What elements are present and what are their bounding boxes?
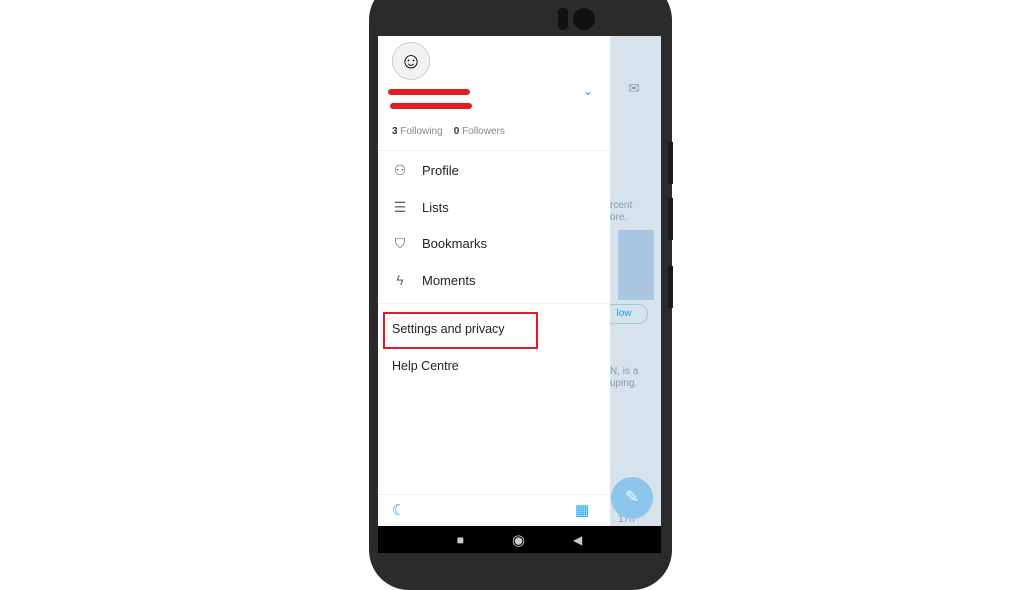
help-centre[interactable]: Help Centre bbox=[392, 359, 459, 373]
back-icon[interactable]: ◀ bbox=[573, 533, 582, 547]
following-link[interactable]: 3 Following bbox=[392, 126, 443, 137]
home-icon[interactable]: ◉ bbox=[512, 531, 525, 549]
android-nav-bar: ■ ◉ ◀ bbox=[378, 526, 661, 553]
lightning-icon: ϟ bbox=[396, 272, 404, 288]
list-icon: ☰ bbox=[393, 199, 407, 215]
tweet-image bbox=[618, 230, 654, 300]
chevron-down-icon[interactable]: ⌄ bbox=[583, 84, 593, 98]
qr-code-icon[interactable]: ▦ bbox=[575, 501, 589, 519]
compose-tweet-button[interactable]: ✎ bbox=[611, 477, 653, 519]
menu-item-profile[interactable]: ⚇ Profile bbox=[392, 158, 459, 182]
tweet-text: uping. bbox=[610, 378, 638, 389]
volume-button bbox=[668, 198, 673, 240]
bookmark-icon: ⛉ bbox=[394, 235, 406, 251]
front-camera bbox=[573, 8, 595, 30]
menu-item-moments[interactable]: ϟ Moments bbox=[392, 268, 475, 292]
tweet-text: N, is a bbox=[610, 366, 639, 377]
navigation-drawer: ☺ ⌄ 3 Following 0 Followers ⚇ Profile ☰ Li… bbox=[378, 36, 610, 526]
tweet-text: rcent bbox=[610, 200, 633, 211]
power-button bbox=[668, 266, 673, 308]
menu-item-bookmarks[interactable]: ⛉ Bookmarks bbox=[392, 231, 487, 255]
highlight-box bbox=[383, 312, 538, 349]
menu-item-lists[interactable]: ☰ Lists bbox=[392, 195, 449, 219]
night-mode-icon[interactable]: ☾ bbox=[392, 501, 405, 519]
tweet-text: ore. bbox=[610, 212, 628, 223]
divider bbox=[378, 150, 610, 151]
follow-counts: 3 Following 0 Followers bbox=[392, 126, 505, 137]
volume-button bbox=[668, 142, 673, 184]
divider bbox=[378, 303, 610, 304]
screen: ✉ rcent ore. low N, is a uping. 17h ✎ ☺ … bbox=[378, 36, 661, 526]
followers-link[interactable]: 0 Followers bbox=[454, 126, 505, 137]
speaker bbox=[558, 8, 568, 30]
recents-icon[interactable]: ■ bbox=[457, 533, 464, 547]
timeline-background: ✉ rcent ore. low N, is a uping. 17h bbox=[600, 36, 661, 526]
mail-icon[interactable]: ✉ bbox=[628, 80, 640, 97]
drawer-footer: ☾ ▦ bbox=[378, 494, 610, 526]
redacted-name bbox=[388, 89, 470, 95]
redacted-handle bbox=[390, 103, 472, 109]
person-icon: ⚇ bbox=[393, 162, 407, 178]
avatar[interactable]: ☺ bbox=[392, 42, 430, 80]
